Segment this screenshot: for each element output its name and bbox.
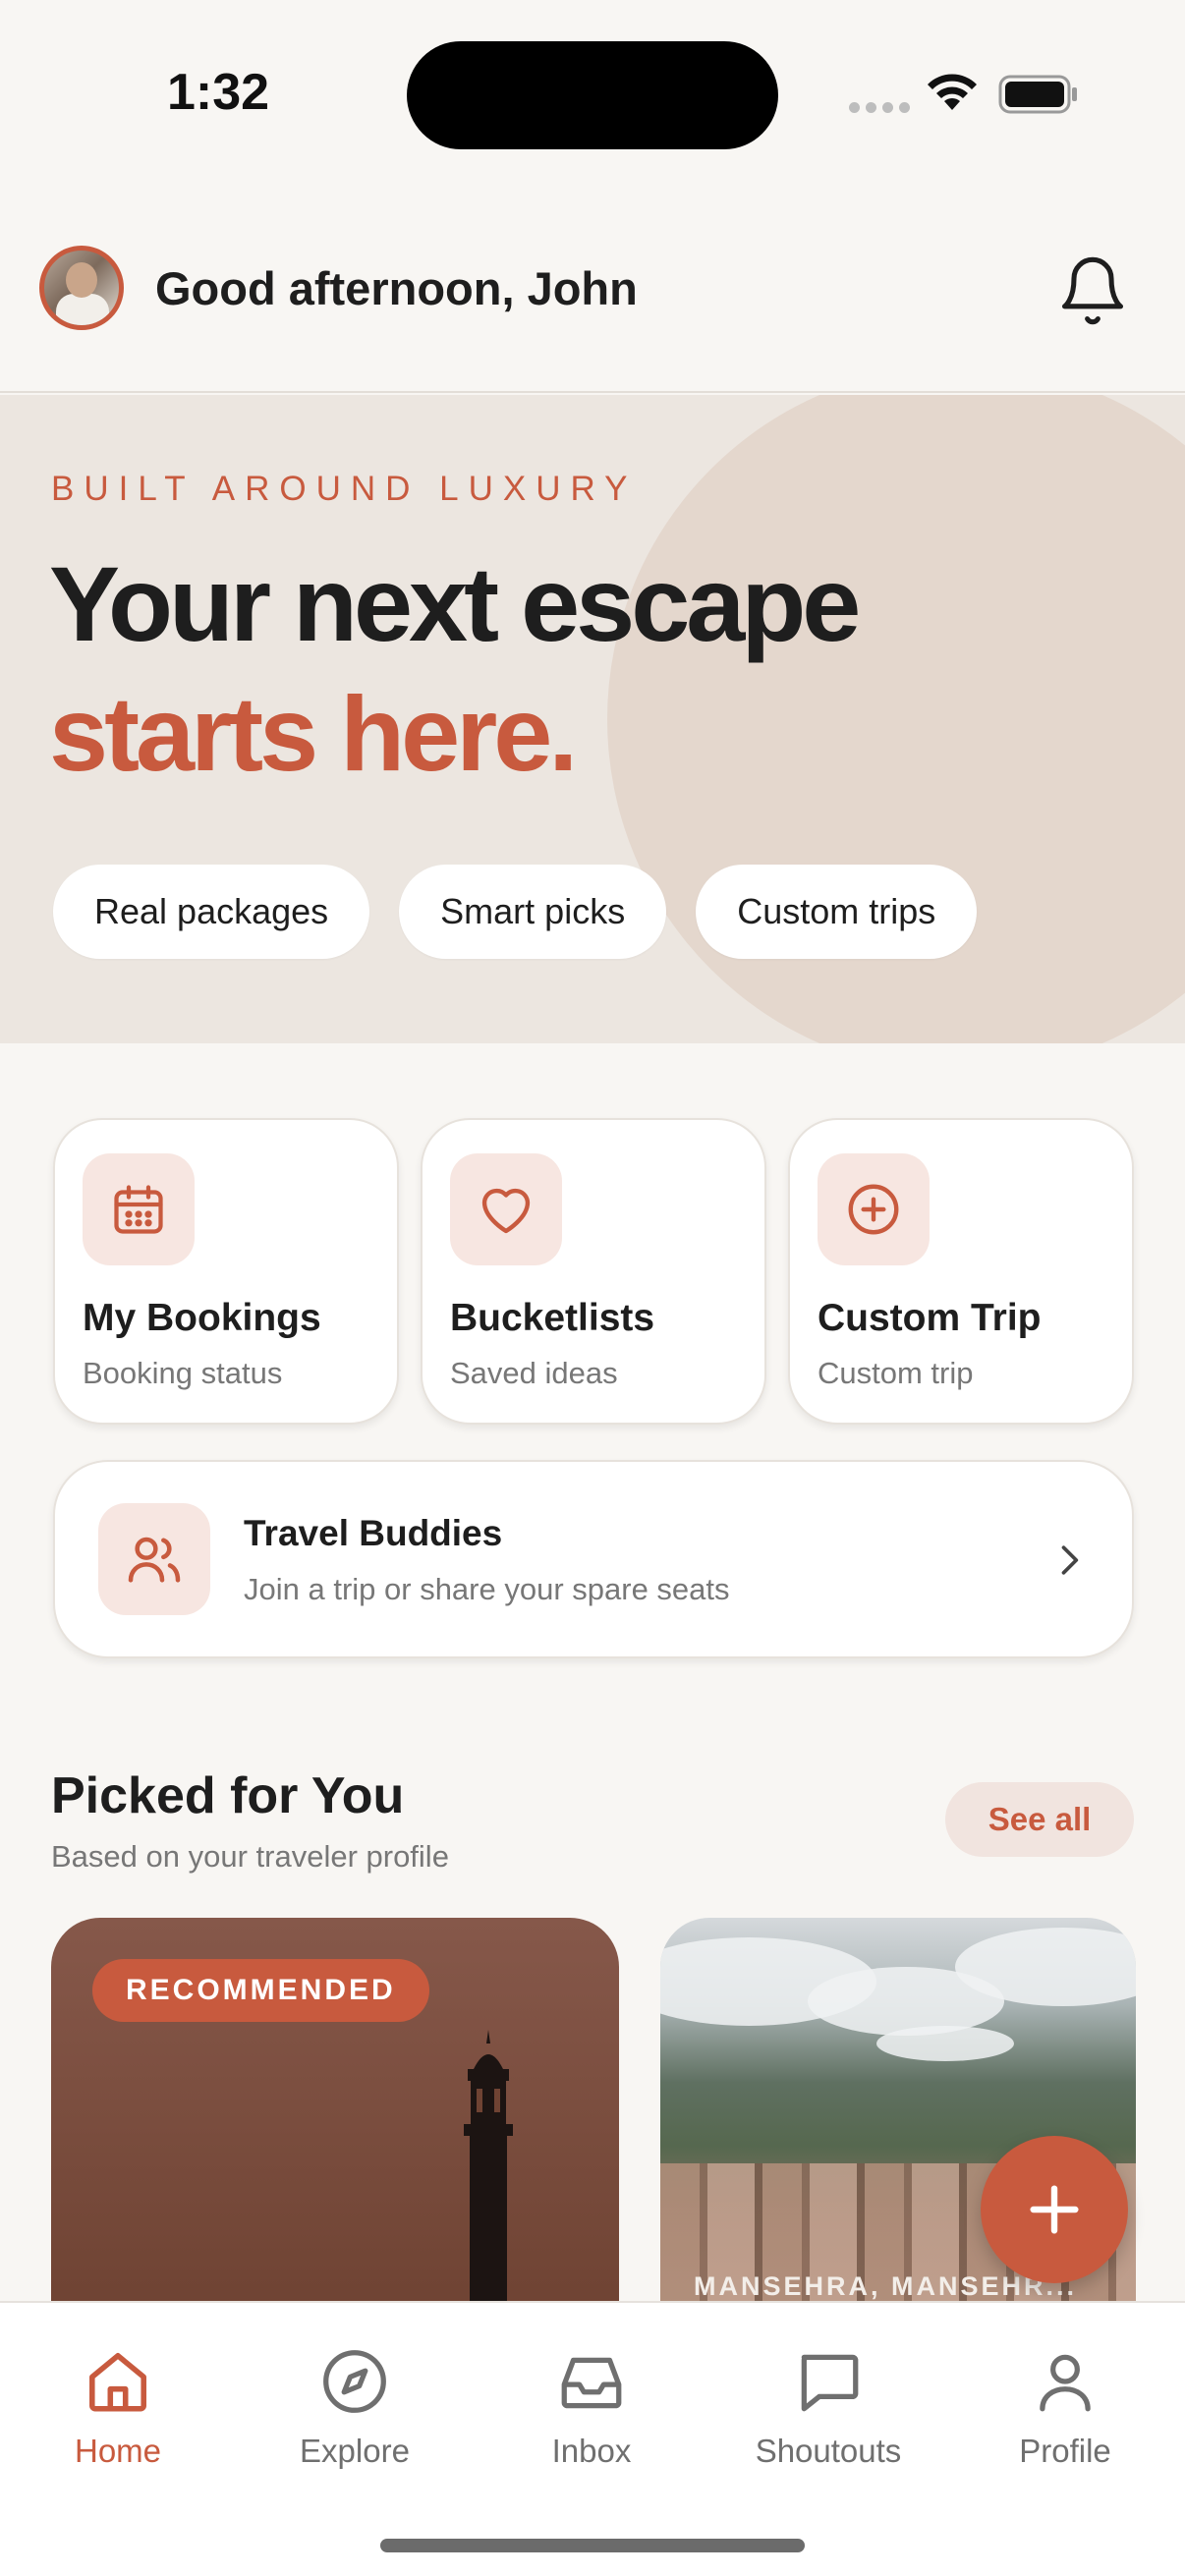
- battery-icon: [998, 75, 1077, 114]
- chat-icon: [801, 2354, 859, 2412]
- chip-smart-picks[interactable]: Smart picks: [399, 865, 667, 959]
- section-title: Picked for You: [51, 1767, 405, 1824]
- app-header: Good afternoon, John: [0, 236, 1185, 393]
- home-indicator: [380, 2539, 805, 2552]
- bell-icon[interactable]: [1055, 253, 1130, 328]
- heart-icon: [481, 1188, 531, 1234]
- tab-home[interactable]: Home: [0, 2342, 236, 2470]
- tab-label: Home: [74, 2433, 162, 2469]
- add-fab-button[interactable]: [981, 2136, 1128, 2283]
- recommended-trip-card[interactable]: RECOMMENDED: [51, 1918, 619, 2311]
- tab-profile[interactable]: Profile: [947, 2342, 1183, 2470]
- hero-chips: Real packages Smart picks Custom trips: [53, 865, 978, 959]
- card-subtitle: Saved ideas: [450, 1356, 618, 1390]
- chevron-right-icon: [1061, 1545, 1079, 1575]
- greeting-text: Good afternoon, John: [155, 262, 638, 314]
- calendar-icon: [114, 1185, 163, 1234]
- travel-buddies-title: Travel Buddies: [244, 1513, 503, 1553]
- card-title: Bucketlists: [450, 1297, 655, 1339]
- tab-label: Inbox: [551, 2433, 632, 2469]
- tab-shoutouts[interactable]: Shoutouts: [710, 2342, 946, 2470]
- status-time: 1:32: [167, 64, 270, 121]
- users-icon: [128, 1537, 181, 1583]
- section-subtitle: Based on your traveler profile: [51, 1839, 449, 1874]
- plus-circle-icon: [848, 1184, 899, 1235]
- card-title: Custom Trip: [818, 1297, 1042, 1339]
- see-all-button[interactable]: See all: [945, 1782, 1134, 1857]
- user-icon: [1040, 2354, 1091, 2412]
- status-bar: 1:32: [0, 0, 1185, 196]
- hero-title-line2: starts here.: [49, 674, 578, 793]
- bottom-tab-bar: Home Explore Inbox Shoutouts Profile: [0, 2301, 1185, 2576]
- avatar[interactable]: [39, 246, 124, 330]
- quick-actions: My Bookings Booking status Bucketlists S…: [53, 1118, 1134, 1425]
- travel-buddies-subtitle: Join a trip or share your spare seats: [244, 1572, 730, 1606]
- plus-icon: [1030, 2185, 1079, 2234]
- tab-inbox[interactable]: Inbox: [474, 2342, 709, 2470]
- wifi-icon: [928, 74, 977, 110]
- dynamic-island: [407, 41, 778, 149]
- tab-label: Explore: [300, 2433, 410, 2469]
- inbox-icon: [561, 2357, 622, 2409]
- compass-icon: [323, 2350, 386, 2413]
- card-subtitle: Booking status: [83, 1356, 283, 1390]
- card-subtitle: Custom trip: [818, 1356, 974, 1390]
- recommended-badge: RECOMMENDED: [92, 1959, 429, 2022]
- hero-title-line1: Your next escape: [49, 544, 861, 663]
- location-label: MANSEHRA, MANSEHR...: [694, 2271, 1078, 2301]
- card-title: My Bookings: [83, 1297, 321, 1339]
- minaret-image: [464, 2030, 513, 2311]
- custom-trip-card[interactable]: Custom Trip Custom trip: [788, 1118, 1134, 1425]
- hero-eyebrow: BUILT AROUND LUXURY: [51, 470, 638, 508]
- bucketlists-card[interactable]: Bucketlists Saved ideas: [421, 1118, 766, 1425]
- cellular-signal-icon: [849, 102, 910, 113]
- chip-custom-trips[interactable]: Custom trips: [696, 865, 978, 959]
- home-icon: [89, 2353, 146, 2412]
- hero-banner: BUILT AROUND LUXURY Your next escape sta…: [0, 395, 1185, 1043]
- my-bookings-card[interactable]: My Bookings Booking status: [53, 1118, 399, 1425]
- tab-label: Profile: [1019, 2433, 1111, 2469]
- chip-real-packages[interactable]: Real packages: [53, 865, 370, 959]
- travel-buddies-card[interactable]: Travel Buddies Join a trip or share your…: [53, 1460, 1134, 1658]
- tab-explore[interactable]: Explore: [237, 2342, 473, 2470]
- tab-label: Shoutouts: [755, 2433, 902, 2469]
